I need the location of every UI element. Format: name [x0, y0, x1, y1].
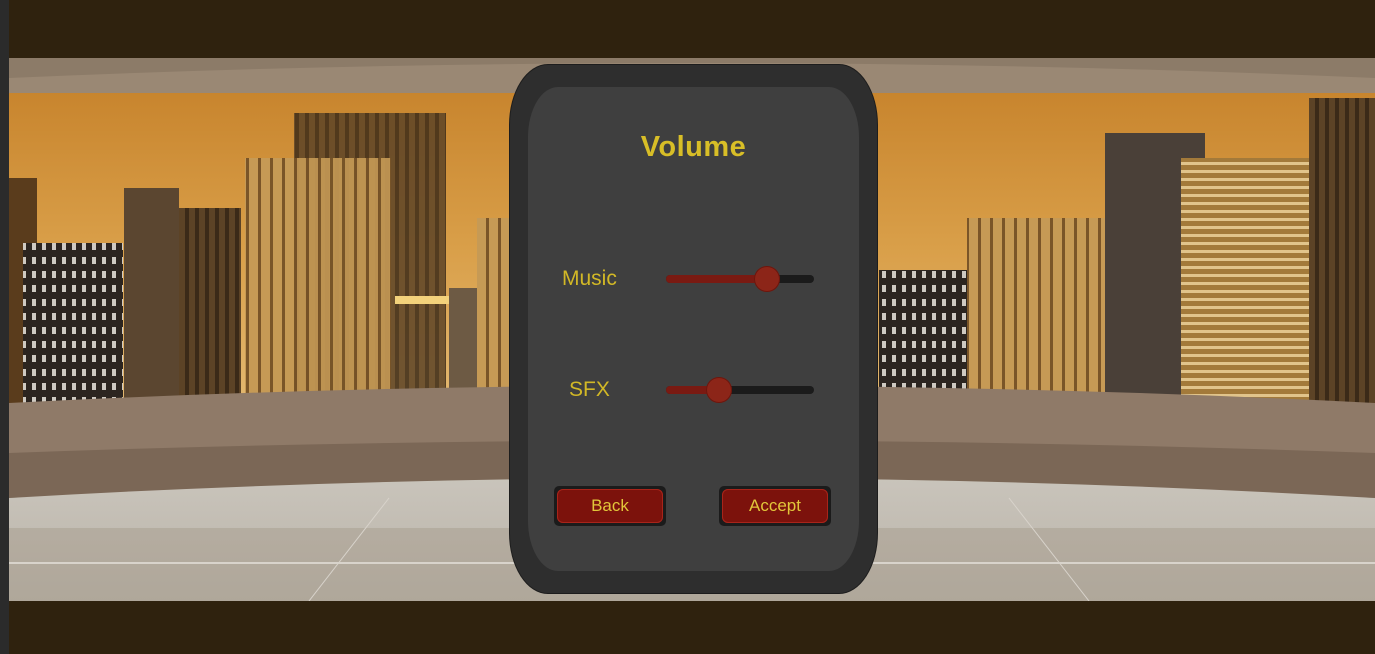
- back-button-label: Back: [557, 489, 663, 523]
- accept-button[interactable]: Accept: [719, 486, 831, 526]
- accept-button-label: Accept: [722, 489, 828, 523]
- volume-dialog: Volume Music SFX Back Accept: [510, 65, 877, 593]
- letterbox-bottom: [9, 601, 1375, 654]
- letterbox-top: [9, 0, 1375, 58]
- back-button[interactable]: Back: [554, 486, 666, 526]
- music-slider-fill: [666, 275, 767, 283]
- music-slider-handle[interactable]: [754, 266, 780, 292]
- dialog-title: Volume: [640, 131, 747, 163]
- sfx-slider[interactable]: [666, 377, 816, 403]
- sfx-slider-handle[interactable]: [706, 377, 732, 403]
- sfx-label: SFX: [569, 378, 610, 401]
- music-label: Music: [562, 267, 617, 290]
- music-slider[interactable]: [666, 266, 816, 292]
